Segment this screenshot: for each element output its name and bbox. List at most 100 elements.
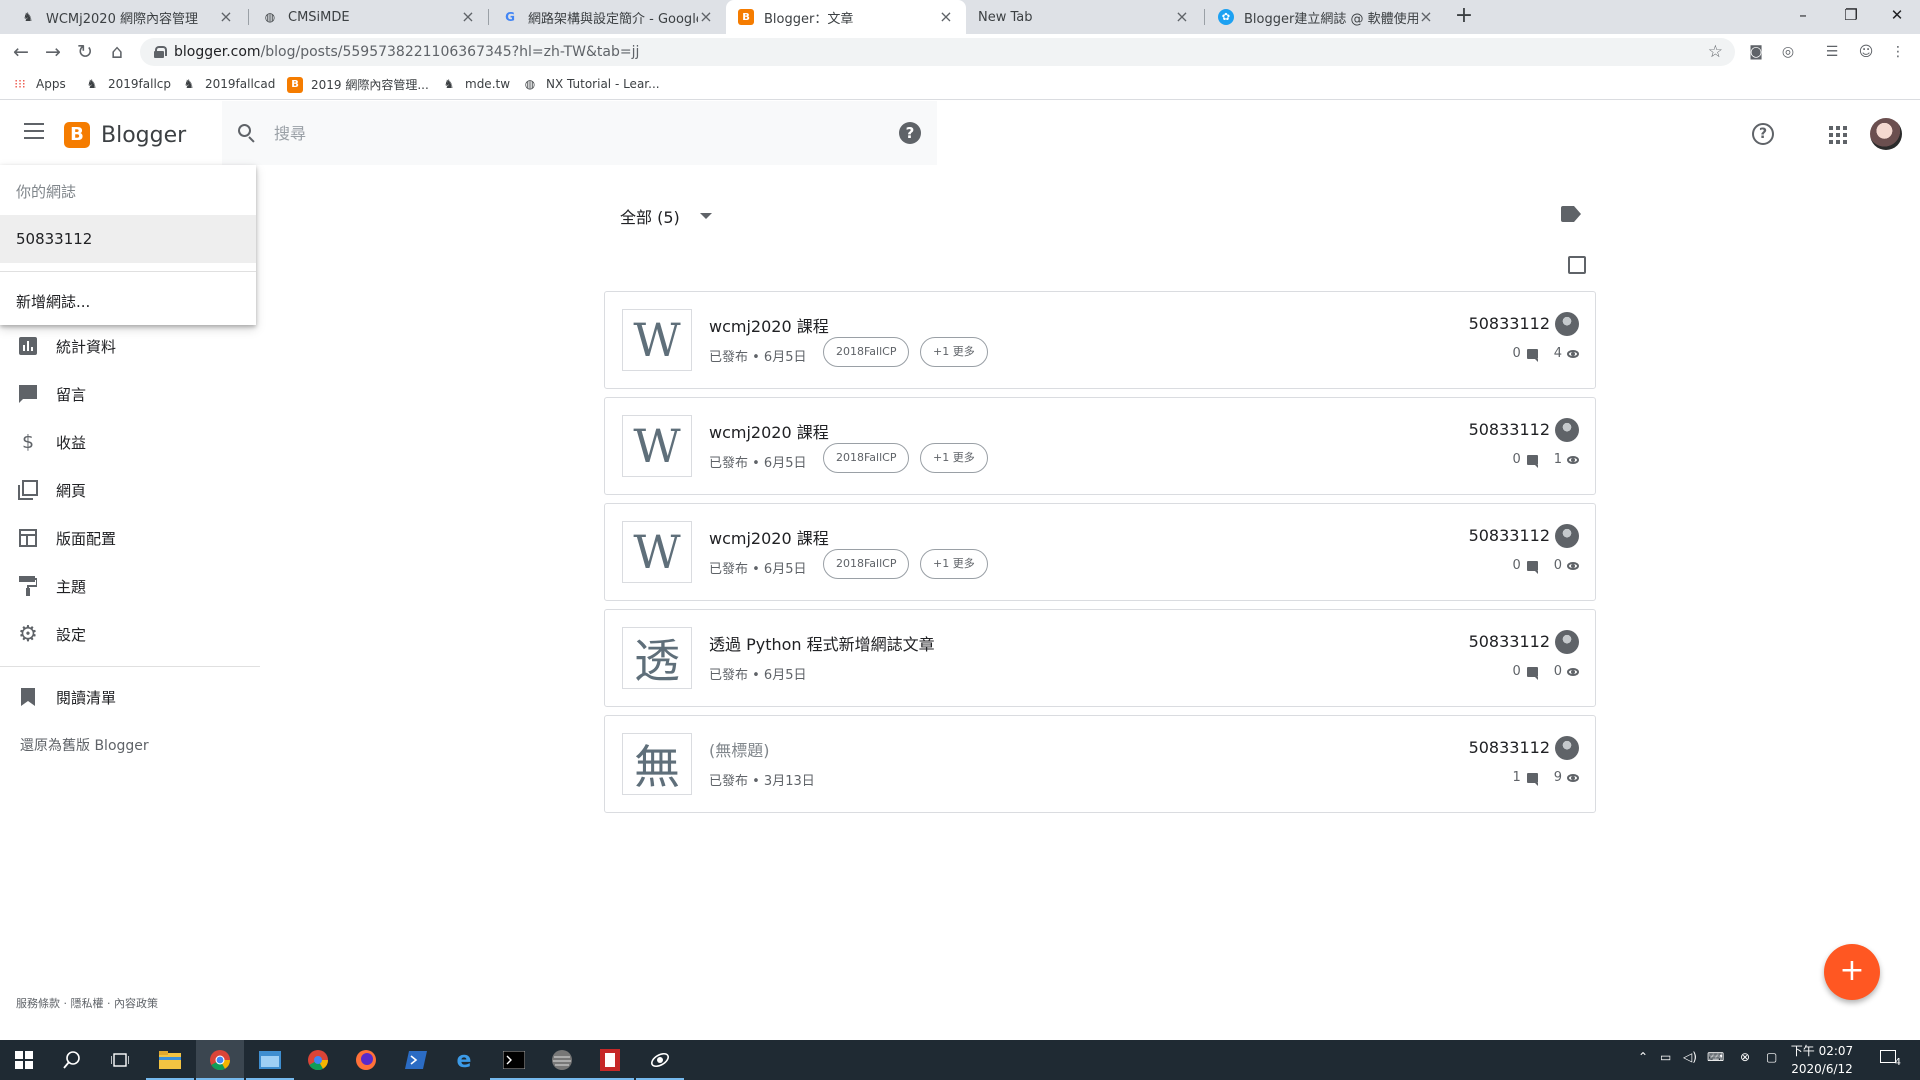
reload-button[interactable]: ↻: [72, 39, 98, 65]
bookmark-2019fallcp[interactable]: ♞ 2019fallcp: [84, 76, 171, 92]
post-row[interactable]: W wcmj2020 課程 已發布 • 6月5日 2018FallCP +1 更…: [604, 397, 1596, 495]
firefox-icon[interactable]: [342, 1040, 390, 1080]
sidebar-item-reading-list[interactable]: 閱讀清單: [0, 673, 260, 721]
post-row[interactable]: 透 透過 Python 程式新增網誌文章 已發布 • 6月5日 50833112…: [604, 609, 1596, 707]
taskbar-clock[interactable]: 下午 02:07 2020/6/12: [1782, 1042, 1862, 1078]
post-row[interactable]: 無 (無標題) 已發布 • 3月13日 50833112 1 9: [604, 715, 1596, 813]
show-hidden-icons[interactable]: ⌃: [1638, 1050, 1648, 1064]
ime-icon[interactable]: ▢: [1766, 1050, 1777, 1064]
taskbar-search-icon[interactable]: [48, 1040, 96, 1080]
sidebar-item-settings[interactable]: ⚙ 設定: [0, 610, 260, 658]
chrome-menu-icon[interactable]: ⋮: [1888, 42, 1908, 62]
post-title[interactable]: wcmj2020 課程: [709, 525, 829, 549]
task-view-icon[interactable]: [96, 1040, 144, 1080]
notifications-icon[interactable]: 4: [1880, 1050, 1904, 1068]
terminal-icon[interactable]: [490, 1040, 538, 1080]
screenshot-extension-icon[interactable]: ◙: [1746, 42, 1766, 62]
bookmark-nx-tutorial[interactable]: ◍ NX Tutorial - Lear...: [522, 76, 660, 92]
view-count: 9: [1553, 770, 1562, 785]
close-tab-icon[interactable]: ×: [1418, 9, 1434, 25]
tab-google-search[interactable]: G 網路架構與設定簡介 - Google 搜 ×: [490, 0, 726, 34]
close-tab-icon[interactable]: ×: [460, 9, 476, 25]
sidebar-item-stats[interactable]: 統計資料: [0, 322, 260, 370]
footer-links[interactable]: 服務條款 · 隱私權 · 內容政策: [16, 995, 158, 1011]
close-window-button[interactable]: ✕: [1874, 0, 1920, 30]
close-tab-icon[interactable]: ×: [218, 9, 234, 25]
profile-avatar-icon[interactable]: ☺: [1856, 42, 1876, 62]
sidebar-item-theme[interactable]: 主題: [0, 562, 260, 610]
close-tab-icon[interactable]: ×: [938, 9, 954, 25]
chrome-alt-icon[interactable]: [294, 1040, 342, 1080]
file-explorer-icon[interactable]: [146, 1040, 194, 1080]
volume-icon[interactable]: ◁): [1683, 1050, 1697, 1064]
media-controls-icon[interactable]: ☰: [1822, 42, 1842, 62]
label-icon[interactable]: [1561, 206, 1581, 222]
post-row[interactable]: W wcmj2020 課程 已發布 • 6月5日 2018FallCP +1 更…: [604, 291, 1596, 389]
bookmark-star-icon[interactable]: ☆: [1708, 42, 1723, 62]
label-chip[interactable]: 2018FallCP: [823, 337, 910, 367]
app-satellite-icon[interactable]: [636, 1040, 684, 1080]
more-labels-chip[interactable]: +1 更多: [920, 549, 988, 579]
post-row[interactable]: W wcmj2020 課程 已發布 • 6月5日 2018FallCP +1 更…: [604, 503, 1596, 601]
app-red-icon[interactable]: [586, 1040, 634, 1080]
tab-wcmj2020[interactable]: ♞ WCMj2020 網際內容管理 ×: [8, 0, 246, 34]
bookmark-mde-tw[interactable]: ♞ mde.tw: [441, 76, 510, 92]
new-post-button[interactable]: +: [1824, 944, 1880, 1000]
post-title[interactable]: wcmj2020 課程: [709, 419, 829, 443]
keyboard-icon[interactable]: ⌨: [1707, 1050, 1724, 1064]
post-title[interactable]: 透過 Python 程式新增網誌文章: [709, 631, 935, 655]
help-icon[interactable]: ?: [1752, 123, 1774, 145]
tab-cmsimde[interactable]: ◍ CMSiMDE ×: [250, 0, 488, 34]
close-tab-icon[interactable]: ×: [1174, 9, 1190, 25]
minimize-button[interactable]: –: [1780, 0, 1826, 30]
tab-blogger-posts[interactable]: B Blogger：文章 ×: [726, 0, 966, 34]
edge-icon[interactable]: e: [440, 1040, 488, 1080]
address-bar[interactable]: blogger.com/blog/posts/55957382211063673…: [140, 38, 1735, 66]
maximize-button[interactable]: ❐: [1828, 0, 1874, 30]
tab-blogger-tutorial[interactable]: ✿ Blogger建立網誌 @ 軟體使用教 ×: [1206, 0, 1446, 34]
forward-button[interactable]: →: [40, 39, 66, 65]
bookmark-apps[interactable]: ⁝⁝⁝ Apps: [12, 76, 65, 92]
menu-icon[interactable]: [24, 123, 44, 139]
blogger-logo-icon[interactable]: B: [64, 122, 90, 148]
select-all-checkbox[interactable]: [1568, 256, 1586, 274]
search-help-icon[interactable]: ?: [899, 122, 921, 144]
label-chip[interactable]: 2018FallCP: [823, 443, 910, 473]
sidebar-item-earnings[interactable]: $ 收益: [0, 418, 260, 466]
network-icon[interactable]: ▭: [1660, 1050, 1671, 1064]
post-title[interactable]: (無標題): [709, 737, 770, 761]
bookmark-2019fallcad[interactable]: ♞ 2019fallcad: [181, 76, 276, 92]
google-apps-icon[interactable]: [1829, 126, 1847, 144]
new-tab-button[interactable]: +: [1452, 5, 1476, 29]
account-avatar[interactable]: [1870, 118, 1902, 150]
app-window-icon[interactable]: [246, 1040, 294, 1080]
post-filter-dropdown[interactable]: 全部 (5): [620, 204, 712, 228]
sidebar-item-layout[interactable]: 版面配置: [0, 514, 260, 562]
home-button[interactable]: ⌂: [104, 39, 130, 65]
blog-item[interactable]: 50833112: [0, 215, 256, 263]
powershell-icon[interactable]: [392, 1040, 440, 1080]
revert-legacy-link[interactable]: 還原為舊版 Blogger: [20, 735, 149, 755]
lock-icon[interactable]: [154, 46, 167, 58]
tray-app-icon[interactable]: ⊗: [1740, 1050, 1750, 1064]
view-count: 1: [1553, 452, 1562, 467]
chrome-taskbar-icon[interactable]: [196, 1040, 244, 1080]
bookmark-wcm[interactable]: B 2019 網際內容管理...: [287, 76, 429, 93]
label-chip[interactable]: 2018FallCP: [823, 549, 910, 579]
windows-start-icon[interactable]: [0, 1040, 48, 1080]
search-input[interactable]: [274, 123, 834, 143]
post-title[interactable]: wcmj2020 課程: [709, 313, 829, 337]
sidebar-item-pages[interactable]: 網頁: [0, 466, 260, 514]
new-blog-item[interactable]: 新增網誌...: [16, 291, 90, 312]
extension-icon[interactable]: ◎: [1778, 42, 1798, 62]
back-button[interactable]: ←: [8, 39, 34, 65]
more-labels-chip[interactable]: +1 更多: [920, 337, 988, 367]
search-icon[interactable]: [236, 122, 258, 144]
pixnet-favicon-icon: ✿: [1218, 9, 1234, 25]
more-labels-chip[interactable]: +1 更多: [920, 443, 988, 473]
tab-new-tab[interactable]: New Tab ×: [966, 0, 1202, 34]
close-tab-icon[interactable]: ×: [698, 9, 714, 25]
sidebar-item-comments[interactable]: 留言: [0, 370, 260, 418]
blogger-brand[interactable]: Blogger: [101, 123, 186, 148]
app-sphere-icon[interactable]: [538, 1040, 586, 1080]
